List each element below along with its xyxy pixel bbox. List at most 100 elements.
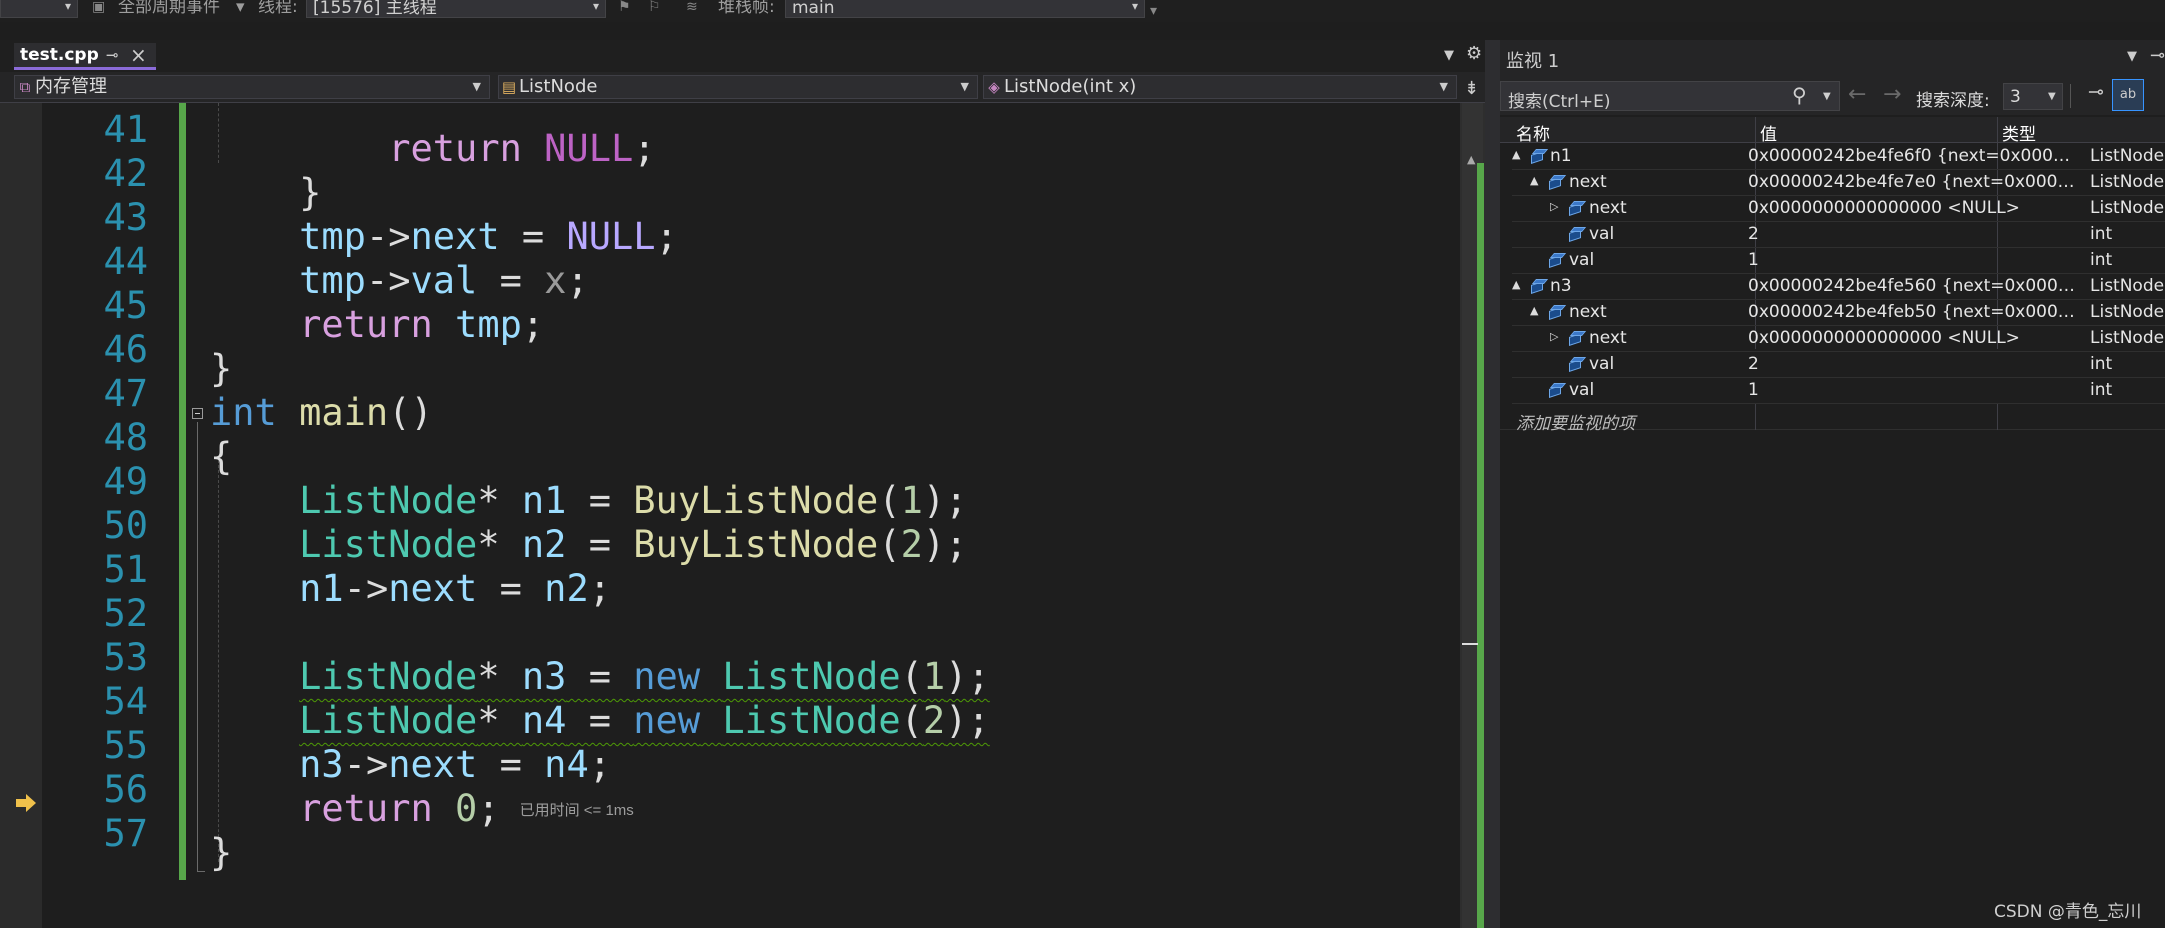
variable-cube-icon — [1547, 382, 1567, 398]
search-icon[interactable]: ⚲ — [1792, 83, 1807, 107]
code-line[interactable]: 41 return NULL; — [0, 89, 1460, 170]
watch-value[interactable]: 2 — [1748, 224, 2078, 244]
watch-row[interactable]: ▲ next 0x00000242be4fe7e0 {next=0x000000… — [1512, 170, 2165, 196]
gear-icon[interactable]: ⚙ — [1466, 43, 1482, 64]
watch-value[interactable]: 0x0000000000000000 <NULL> — [1748, 328, 2078, 348]
watch-row[interactable]: val 1 int — [1512, 248, 2165, 274]
watch-value[interactable]: 0x00000242be4fe560 {next=0x0000024... — [1748, 276, 2078, 296]
watch-type: ListNode * — [2090, 198, 2165, 218]
code-line[interactable]: 48 { — [0, 397, 1460, 478]
watch-row[interactable]: ▲ n3 0x00000242be4fe560 {next=0x0000024.… — [1512, 274, 2165, 300]
code-line-current[interactable]: 56 return 0; 已用时间 <= 1ms — [0, 749, 1460, 830]
variable-cube-icon — [1547, 252, 1567, 268]
change-marker — [1478, 703, 1484, 709]
watch-window: 监视 1 ▼ ⊸ 搜索(Ctrl+E) ⚲ ▼ ← → 搜索深度: 3 ▼ ⊸ … — [1500, 40, 2165, 928]
tab-list-dropdown-icon[interactable]: ▼ — [1444, 48, 1454, 63]
lifecycle-events-label[interactable]: 全部周期事件 — [118, 0, 220, 16]
code-line[interactable]: 55 n3->next = n4; — [0, 705, 1460, 786]
code-editor: test.cpp ⊸ × ▼ ⚙ ⧉ 内存管理 ▼ ▤ ListNode ▼ ◈ Li… — [0, 40, 1485, 928]
watch-row[interactable]: ▷ next 0x0000000000000000 <NULL> ListNod… — [1512, 196, 2165, 222]
watch-row[interactable]: val 2 int — [1512, 352, 2165, 378]
pin-icon[interactable]: ⊸ — [106, 46, 119, 64]
chevron-down-icon: ▾ — [64, 0, 71, 13]
toolbar-overflow-icon[interactable]: ▾ — [1150, 4, 1168, 18]
code-line[interactable]: 51 n1->next = n2; — [0, 529, 1460, 610]
variable-cube-icon — [1567, 226, 1587, 242]
watch-value[interactable]: 1 — [1748, 380, 2078, 400]
lifecycle-events-icon[interactable]: ▣ — [92, 0, 110, 14]
expand-icon[interactable]: ▷ — [1550, 200, 1558, 213]
watch-value[interactable]: 0x0000000000000000 <NULL> — [1748, 198, 2078, 218]
window-menu-dropdown-icon[interactable]: ▼ — [2127, 49, 2137, 64]
watch-name: val — [1569, 380, 1595, 400]
hex-display-button[interactable]: ab — [2112, 79, 2144, 111]
watch-value[interactable]: 1 — [1748, 250, 2078, 270]
close-icon[interactable]: × — [130, 43, 147, 67]
watch-row[interactable]: val 1 int — [1512, 378, 2165, 404]
thread-dropdown[interactable]: [15576] 主线程 ▾ — [306, 0, 606, 18]
column-divider — [1997, 404, 1998, 430]
watch-type: ListNode * — [2090, 276, 2165, 296]
change-marker — [1478, 671, 1484, 677]
collapse-icon[interactable]: ▲ — [1530, 174, 1538, 187]
code-line[interactable]: 53 ListNode* n3 = new ListNode(1); — [0, 617, 1460, 698]
code-line[interactable]: 50 ListNode* n2 = BuyListNode(2); — [0, 485, 1460, 566]
arrow-right-icon[interactable]: → — [1883, 82, 1901, 107]
watch-row[interactable]: ▲ n1 0x00000242be4fe6f0 {next=0x0000024.… — [1512, 144, 2165, 170]
thread-value: [15576] 主线程 — [313, 0, 437, 18]
variable-cube-icon — [1529, 148, 1549, 164]
flag-icon[interactable]: ⚑ — [618, 0, 636, 14]
lifecycle-caret[interactable]: ▾ — [236, 0, 245, 16]
collapse-icon[interactable]: ▲ — [1512, 148, 1520, 161]
watch-title: 监视 1 — [1506, 51, 1560, 72]
watch-row[interactable]: ▷ next 0x0000000000000000 <NULL> ListNod… — [1512, 326, 2165, 352]
watch-row[interactable]: val 2 int — [1512, 222, 2165, 248]
tab-test-cpp[interactable]: test.cpp ⊸ × — [14, 43, 156, 70]
collapse-icon[interactable]: ▲ — [1530, 304, 1538, 317]
splitter[interactable] — [1485, 40, 1500, 928]
column-header-value[interactable]: 值 — [1760, 120, 1777, 145]
pin-icon[interactable]: ⊸ — [2082, 81, 2110, 109]
code-line[interactable]: 47 int main() — [0, 353, 1460, 434]
watch-type: ListNode * — [2090, 172, 2165, 192]
code-line[interactable]: 54 ListNode* n4 = new ListNode(2); — [0, 661, 1460, 742]
search-depth-label: 搜索深度: — [1916, 91, 1990, 111]
code-line[interactable]: 43 tmp->next = NULL; — [0, 177, 1460, 258]
watch-name: next — [1569, 302, 1607, 322]
column-header-type[interactable]: 类型 — [2002, 120, 2036, 145]
code-line[interactable]: 57 } — [0, 793, 1460, 874]
code-line[interactable]: 52 — [0, 573, 1460, 635]
add-watch-row[interactable]: 添加要监视的项 — [1500, 404, 2165, 434]
vertical-scrollbar[interactable]: ▲ — [1460, 103, 1485, 928]
scroll-up-icon[interactable]: ▲ — [1467, 153, 1475, 166]
watch-value[interactable]: 0x00000242be4fe7e0 {next=0x0000000... — [1748, 172, 2078, 192]
code-text: } — [210, 831, 233, 874]
watch-title-bar: 监视 1 ▼ ⊸ — [1500, 40, 2165, 77]
arrow-left-icon[interactable]: ← — [1848, 82, 1866, 107]
add-watch-item[interactable]: 添加要监视的项 — [1516, 409, 1635, 434]
chevron-down-icon[interactable]: ▼ — [1823, 91, 1831, 102]
code-line[interactable]: 44 tmp->val = x; — [0, 221, 1460, 302]
pin-icon[interactable]: ⊸ — [2150, 45, 2165, 66]
scroll-thumb[interactable] — [1477, 163, 1484, 928]
code-line[interactable]: 49 ListNode* n1 = BuyListNode(1); — [0, 441, 1460, 522]
watch-column-headers: 名称 值 类型 — [1500, 117, 2165, 145]
watch-value[interactable]: 2 — [1748, 354, 2078, 374]
flag-filter-icon[interactable]: ⚐ — [648, 0, 666, 14]
stack-frame-icon: ≋ — [686, 0, 698, 15]
watch-row[interactable]: ▲ next 0x00000242be4feb50 {next=0x000000… — [1512, 300, 2165, 326]
watch-value[interactable]: 0x00000242be4feb50 {next=0x0000000... — [1748, 302, 2078, 322]
code-line[interactable]: 42 } — [0, 133, 1460, 214]
search-depth-dropdown[interactable]: 3 ▼ — [2003, 83, 2063, 110]
stack-frame-dropdown[interactable]: main ▾ — [785, 0, 1145, 18]
expand-icon[interactable]: ▷ — [1550, 330, 1558, 343]
fold-line-end — [197, 871, 205, 872]
search-input[interactable]: 搜索(Ctrl+E) ⚲ ▼ — [1500, 81, 1840, 112]
process-dropdown[interactable]: ▾ — [0, 0, 78, 18]
column-header-name[interactable]: 名称 — [1516, 120, 1550, 145]
code-line[interactable]: 46 } — [0, 309, 1460, 390]
split-window-icon[interactable]: ⇟ — [1464, 78, 1479, 99]
watch-value[interactable]: 0x00000242be4fe6f0 {next=0x0000024... — [1748, 146, 2078, 166]
code-line[interactable]: 45 return tmp; — [0, 265, 1460, 346]
collapse-icon[interactable]: ▲ — [1512, 278, 1520, 291]
